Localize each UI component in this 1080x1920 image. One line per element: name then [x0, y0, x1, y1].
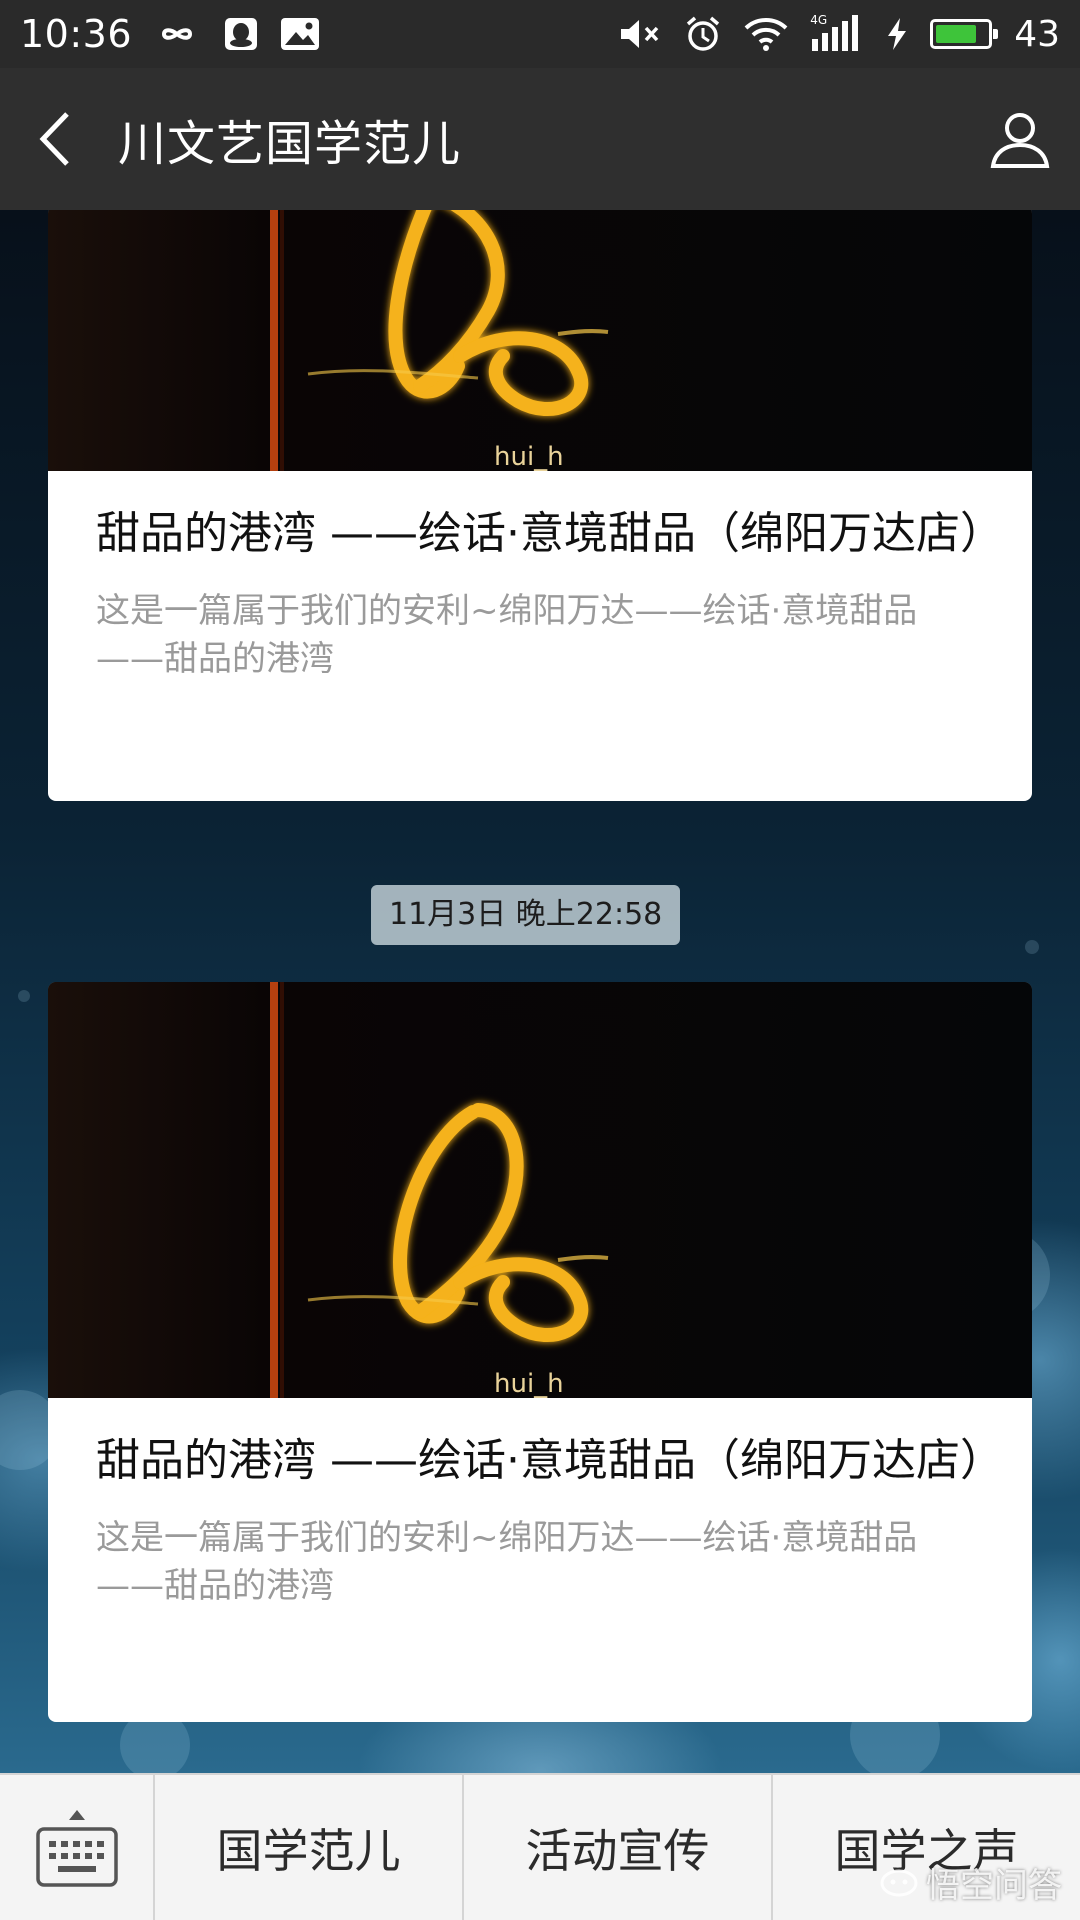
- background-bokeh: [1025, 940, 1039, 954]
- message-timestamp: 11月3日 晚上22:58: [371, 885, 681, 945]
- title-bar: 川文艺国学范儿: [0, 68, 1080, 210]
- image-icon: [281, 18, 320, 50]
- battery-fill: [936, 25, 977, 43]
- person-icon: [990, 113, 1050, 168]
- status-time: 10:36: [20, 12, 133, 56]
- cellular-signal: 4G: [810, 13, 864, 53]
- article-cover-image: hui_h: [48, 210, 1032, 471]
- back-button[interactable]: [0, 68, 110, 210]
- status-system-icons: 4G 43: [618, 13, 1060, 55]
- article-cover-image: hui_h: [48, 982, 1032, 1398]
- signal-bars-icon: [812, 15, 859, 51]
- mute-icon: [621, 20, 659, 48]
- keyboard-icon: [35, 1826, 118, 1887]
- cover-caption: hui_h: [494, 442, 564, 471]
- caret-up-icon: [68, 1809, 85, 1820]
- charging-bolt-icon: [888, 18, 907, 50]
- keyboard-toggle-button[interactable]: [0, 1775, 155, 1920]
- article-title: 甜品的港湾 ——绘话·意境甜品（绵阳万达店）: [96, 1435, 1004, 1486]
- article-card-body: 甜品的港湾 ——绘话·意境甜品（绵阳万达店） 这是一篇属于我们的安利~绵阳万达—…: [48, 471, 1032, 683]
- alarm-icon: [687, 16, 720, 51]
- battery-icon: [930, 19, 999, 49]
- watermark-logo-icon: [880, 1869, 918, 1896]
- battery-percent: 43: [1014, 13, 1060, 55]
- chevron-left-icon: [39, 112, 69, 166]
- watermark: 悟空问答: [880, 1858, 1062, 1907]
- cover-caption: hui_h: [494, 1369, 564, 1398]
- article-description: 这是一篇属于我们的安利~绵阳万达——绘话·意境甜品——甜品的港湾: [96, 591, 918, 679]
- chat-area[interactable]: hui_h 甜品的港湾 ——绘话·意境甜品（绵阳万达店） 这是一篇属于我们的安利…: [0, 210, 1080, 1773]
- menu-item-event-promo[interactable]: 活动宣传: [464, 1775, 773, 1920]
- infinity-icon: [162, 28, 193, 40]
- watermark-text: 悟空问答: [926, 1866, 1062, 1906]
- cover-neon-logo: [48, 982, 1032, 1398]
- article-card-body: 甜品的港湾 ——绘话·意境甜品（绵阳万达店） 这是一篇属于我们的安利~绵阳万达—…: [48, 1398, 1032, 1610]
- qq-icon: [225, 18, 258, 50]
- profile-button[interactable]: [960, 68, 1080, 210]
- status-bar: 10:36 4G 43: [0, 0, 1080, 68]
- wifi-icon: [744, 18, 788, 51]
- cover-neon-logo: [48, 210, 1032, 471]
- page-title: 川文艺国学范儿: [118, 116, 462, 172]
- menu-item-guoxue-fan[interactable]: 国学范儿: [155, 1775, 464, 1920]
- status-notification-icons: [152, 17, 320, 51]
- article-title: 甜品的港湾 ——绘话·意境甜品（绵阳万达店）: [96, 508, 1004, 559]
- article-card[interactable]: hui_h 甜品的港湾 ——绘话·意境甜品（绵阳万达店） 这是一篇属于我们的安利…: [48, 210, 1032, 801]
- article-description: 这是一篇属于我们的安利~绵阳万达——绘话·意境甜品——甜品的港湾: [96, 1518, 918, 1606]
- background-bokeh: [18, 990, 30, 1002]
- article-card[interactable]: hui_h 甜品的港湾 ——绘话·意境甜品（绵阳万达店） 这是一篇属于我们的安利…: [48, 982, 1032, 1722]
